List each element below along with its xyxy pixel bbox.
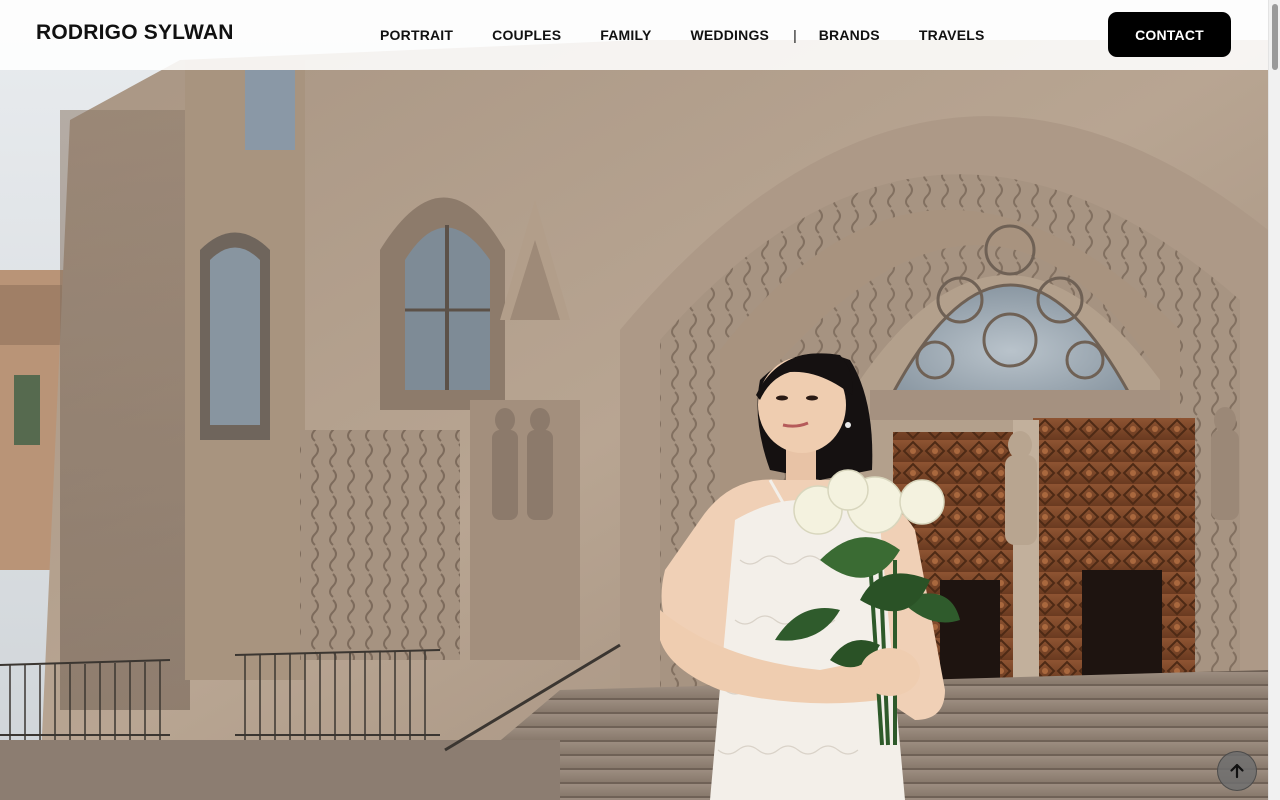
hero-photo — [0, 0, 1268, 800]
page-scrollbar[interactable] — [1268, 0, 1280, 800]
page: RODRIGO SYLWAN PORTRAIT COUPLES FAMILY W… — [0, 0, 1280, 800]
contact-button[interactable]: CONTACT — [1108, 12, 1231, 57]
scrollbar-thumb[interactable] — [1272, 4, 1278, 70]
nav-separator: | — [793, 27, 797, 43]
nav-couples[interactable]: COUPLES — [492, 27, 561, 43]
nav-brands[interactable]: BRANDS — [819, 27, 880, 43]
arrow-up-icon — [1230, 763, 1244, 779]
brand-logo[interactable]: RODRIGO SYLWAN — [36, 21, 234, 45]
nav-weddings[interactable]: WEDDINGS — [690, 27, 769, 43]
nav-portrait[interactable]: PORTRAIT — [380, 27, 453, 43]
site-header: RODRIGO SYLWAN PORTRAIT COUPLES FAMILY W… — [0, 0, 1268, 70]
back-to-top-button[interactable] — [1217, 751, 1257, 791]
nav-family[interactable]: FAMILY — [600, 27, 651, 43]
nav-travels[interactable]: TRAVELS — [919, 27, 985, 43]
main-nav: PORTRAIT COUPLES FAMILY WEDDINGS | BRAND… — [380, 25, 985, 45]
